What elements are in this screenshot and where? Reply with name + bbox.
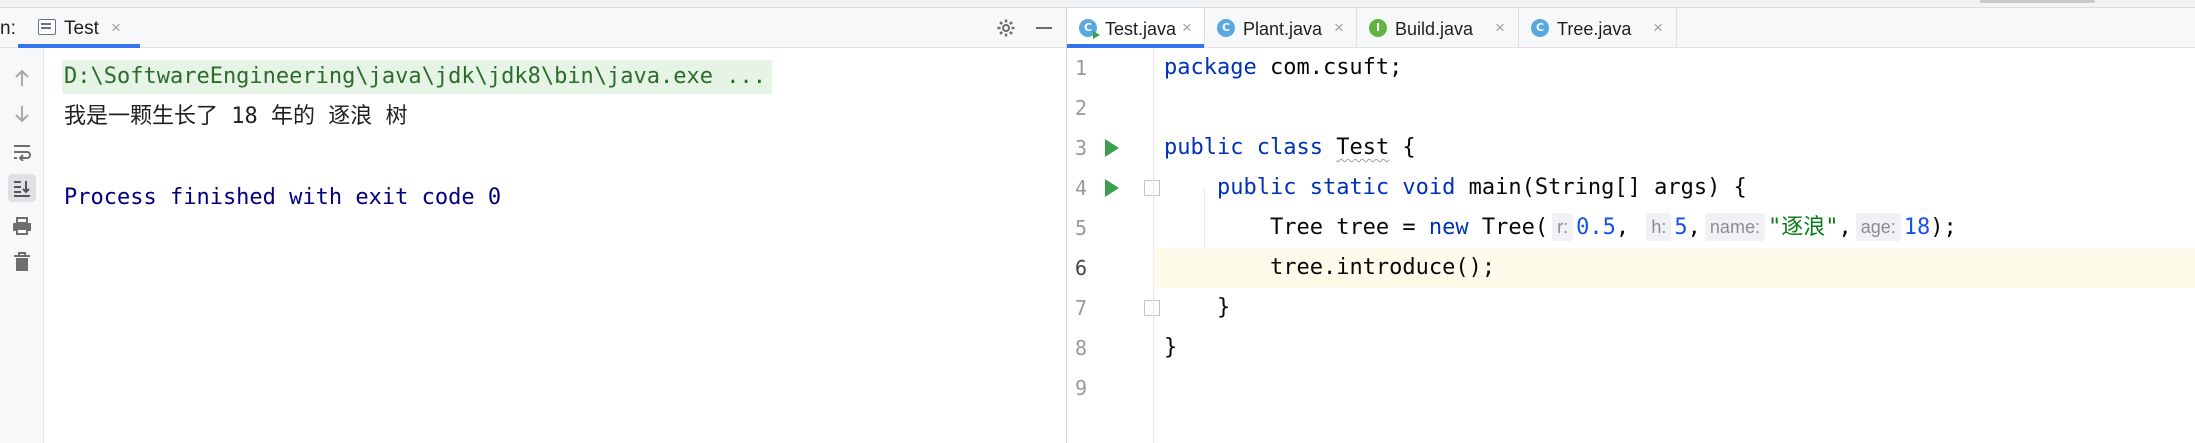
run-gutter-icon[interactable] [1105, 139, 1119, 157]
code-area[interactable]: package com.csuft; public class Test { p… [1154, 48, 2195, 443]
console-output[interactable]: D:\SoftwareEngineering\java\jdk\jdk8\bin… [44, 48, 1066, 443]
code-line-3: public class Test { [1154, 128, 2195, 168]
arrow-down-icon[interactable] [8, 100, 36, 128]
tab-label: Tree.java [1557, 19, 1632, 39]
line-number: 7 [1074, 296, 1087, 320]
code-line-6-current: tree.introduce(); [1154, 248, 2195, 288]
tab-plant-java[interactable]: C Plant.java × [1205, 8, 1357, 48]
code-text: main(String[] args) { [1455, 175, 1747, 200]
java-class-icon: C [1531, 19, 1549, 37]
param-hint-h: h: [1646, 213, 1672, 241]
java-class-icon: C [1217, 19, 1235, 37]
code-text: { [1389, 135, 1416, 160]
line-number: 8 [1074, 336, 1087, 360]
top-scrollbar-thumb[interactable] [1980, 0, 2095, 3]
comma: , [1615, 215, 1630, 240]
code-editor: C Test.java × C Plant.java × I Build.jav… [1067, 8, 2195, 443]
console-exit-line: Process finished with exit code 0 [64, 185, 502, 210]
number-literal: 18 [1903, 215, 1931, 240]
param-hint-age: age: [1855, 213, 1901, 241]
arrow-up-icon[interactable] [8, 64, 36, 92]
param-hint-name: name: [1704, 213, 1765, 241]
line-number-gutter[interactable]: 1 2 3 4 5 6 7 8 9 [1067, 48, 1160, 443]
tab-test-java[interactable]: C Test.java × [1067, 8, 1205, 48]
number-literal: 5 [1674, 215, 1688, 240]
soft-wrap-icon[interactable] [8, 138, 36, 166]
close-icon[interactable]: × [1653, 18, 1663, 38]
line-number: 4 [1074, 176, 1087, 200]
console-icon [38, 19, 56, 35]
console-command-line[interactable]: D:\SoftwareEngineering\java\jdk\jdk8\bin… [62, 60, 772, 94]
code-text: tree.introduce(); [1269, 255, 1496, 280]
run-toolbar [0, 48, 44, 443]
java-class-icon: C [1079, 19, 1100, 39]
code-text: Tree( [1468, 215, 1549, 240]
line-number: 9 [1074, 376, 1087, 400]
tab-build-java[interactable]: I Build.java × [1357, 8, 1519, 48]
class-name: Test [1336, 135, 1390, 160]
close-icon[interactable]: × [1334, 18, 1344, 38]
line-number: 2 [1074, 96, 1087, 120]
keyword: public static void [1216, 175, 1456, 200]
close-icon[interactable]: × [1182, 18, 1192, 38]
trash-icon[interactable] [8, 248, 36, 276]
run-gutter-icon[interactable] [1105, 179, 1119, 197]
comma: , [1838, 215, 1852, 240]
param-hint-r: r: [1552, 213, 1574, 241]
console-output-line: 我是一颗生长了 18 年的 逐浪 树 [64, 104, 408, 129]
line-number: 3 [1074, 136, 1087, 160]
code-line-8: } [1154, 328, 2195, 368]
print-icon[interactable] [8, 212, 36, 240]
minimize-icon[interactable] [1031, 15, 1057, 41]
tab-label: Build.java [1395, 19, 1474, 39]
number-literal: 0.5 [1576, 215, 1616, 240]
close-icon[interactable]: × [111, 18, 121, 38]
code-line-4: public static void main(String[] args) { [1154, 168, 2195, 208]
tab-label: Test.java [1105, 19, 1177, 39]
editor-tab-bar: C Test.java × C Plant.java × I Build.jav… [1067, 8, 2195, 48]
run-header: n: Test × [0, 8, 1066, 48]
line-number: 1 [1074, 56, 1087, 80]
code-text: com.csuft; [1256, 55, 1403, 80]
run-tab-label: Test [64, 18, 99, 39]
code-line-5: Tree tree = new Tree(r: 0.5, h: 5, name: "逐浪… [1154, 208, 2195, 248]
line-number: 5 [1074, 216, 1087, 240]
code-line-1: package com.csuft; [1154, 48, 2195, 88]
line-number: 6 [1074, 256, 1087, 280]
scroll-to-end-icon[interactable] [8, 174, 36, 202]
top-strip [0, 0, 2195, 8]
run-tool-window: n: Test × D:\SoftwareEngineering\java\jd… [0, 8, 1066, 443]
run-panel-prefix: n: [0, 18, 16, 39]
code-text: } [1216, 295, 1231, 320]
gear-icon[interactable] [993, 15, 1019, 41]
code-text: } [1164, 335, 1178, 360]
java-interface-icon: I [1369, 19, 1387, 37]
run-tab-test[interactable]: Test × [18, 8, 140, 48]
tab-label: Plant.java [1243, 19, 1323, 39]
tab-tree-java[interactable]: C Tree.java × [1519, 8, 1677, 48]
keyword: public class [1164, 135, 1323, 160]
code-text: Tree tree = [1269, 215, 1429, 240]
code-line-7: } [1154, 288, 2195, 328]
comma: , [1687, 215, 1701, 240]
keyword: package [1164, 55, 1257, 80]
close-icon[interactable]: × [1495, 18, 1505, 38]
keyword: new [1428, 215, 1469, 240]
code-text: ); [1930, 215, 1957, 240]
string-literal: "逐浪" [1767, 215, 1839, 240]
